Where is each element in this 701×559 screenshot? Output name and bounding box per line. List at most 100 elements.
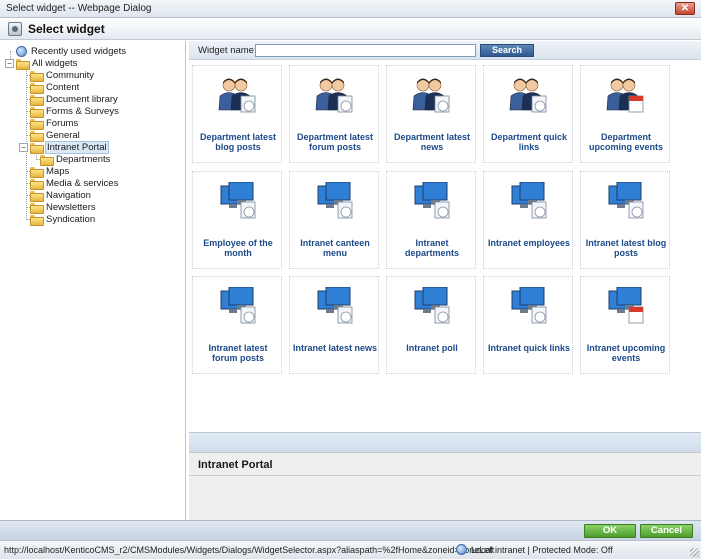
- tree-item-forms-surveys[interactable]: Forms & Surveys: [30, 105, 120, 118]
- widget-tile[interactable]: Intranet upcoming events: [580, 276, 670, 374]
- status-bar: http://localhost/KenticoCMS_r2/CMSModule…: [0, 540, 701, 559]
- intranet-blog-icon: [608, 182, 644, 219]
- search-bar: Widget name: Search: [189, 41, 701, 60]
- widget-tile[interactable]: Intranet latest blog posts: [580, 171, 670, 269]
- widget-panel: Widget name: Search Department latest bl…: [189, 41, 701, 520]
- widget-tile[interactable]: Department latest blog posts: [192, 65, 282, 163]
- widget-tile[interactable]: Intranet quick links: [483, 276, 573, 374]
- widget-name[interactable]: Intranet quick links: [486, 343, 572, 353]
- widget-name[interactable]: Intranet latest blog posts: [583, 238, 669, 258]
- widget-name[interactable]: Department quick links: [486, 132, 572, 152]
- intranet-links-icon: [511, 287, 547, 324]
- folder-icon: [30, 82, 44, 94]
- folder-icon: [30, 214, 44, 226]
- dialog-title: Select widget: [28, 22, 105, 36]
- tree-item-content[interactable]: Content: [30, 81, 80, 94]
- tree-item-label: Navigation: [46, 189, 91, 201]
- widget-tile[interactable]: Department upcoming events: [580, 65, 670, 163]
- dialog-footer: OK Cancel: [0, 520, 701, 540]
- widget-name[interactable]: Department latest blog posts: [195, 132, 281, 152]
- security-zone-label: Local intranet | Protected Mode: Off: [471, 544, 613, 555]
- widget-name-input[interactable]: [255, 44, 476, 57]
- tree-item-maps[interactable]: Maps: [30, 165, 70, 178]
- collapse-icon[interactable]: −: [19, 143, 28, 152]
- widget-name-label: Widget name:: [198, 45, 257, 56]
- folder-icon: [30, 190, 44, 202]
- resize-grip-icon[interactable]: [690, 548, 699, 557]
- widget-tile[interactable]: Intranet departments: [386, 171, 476, 269]
- widget-tile[interactable]: Department latest forum posts: [289, 65, 379, 163]
- widget-tile[interactable]: Intranet poll: [386, 276, 476, 374]
- widget-tile[interactable]: Intranet latest news: [289, 276, 379, 374]
- intranet-employees-icon: [511, 182, 547, 219]
- widget-name[interactable]: Intranet poll: [389, 343, 475, 353]
- tree-item-syndication[interactable]: Syndication: [30, 213, 96, 226]
- widget-name[interactable]: Employee of the month: [195, 238, 281, 258]
- department-forum-icon: [315, 78, 353, 113]
- folder-icon: [40, 154, 54, 166]
- status-url: http://localhost/KenticoCMS_r2/CMSModule…: [4, 545, 495, 555]
- widget-name[interactable]: Intranet latest forum posts: [195, 343, 281, 363]
- category-title: Intranet Portal: [198, 459, 273, 471]
- tree-item-community[interactable]: Community: [30, 69, 95, 82]
- grid-bottom-bar: [189, 432, 701, 452]
- tree-item-navigation[interactable]: Navigation: [30, 189, 92, 202]
- window-titlebar: Select widget -- Webpage Dialog ✕: [0, 0, 701, 18]
- tree-item-intranet-portal[interactable]: Intranet Portal: [30, 140, 109, 154]
- widget-tile[interactable]: Employee of the month: [192, 171, 282, 269]
- close-icon[interactable]: ✕: [675, 2, 695, 15]
- ok-button[interactable]: OK: [584, 524, 636, 538]
- folder-icon: [30, 178, 44, 190]
- tree-item-general[interactable]: General: [30, 129, 81, 142]
- tree-item-all-widgets[interactable]: All widgets: [16, 57, 78, 70]
- tree-item-label: All widgets: [32, 57, 78, 69]
- widget-tile[interactable]: Intranet latest forum posts: [192, 276, 282, 374]
- tree-item-label: Content: [46, 81, 80, 93]
- widget-name[interactable]: Intranet employees: [486, 238, 572, 248]
- intranet-forum-icon: [220, 287, 256, 324]
- tree-item-departments[interactable]: Departments: [40, 153, 111, 166]
- tree-item-media-services[interactable]: Media & services: [30, 177, 119, 190]
- widget-name[interactable]: Department latest forum posts: [292, 132, 378, 152]
- folder-icon: [30, 70, 44, 82]
- tree-item-label: Community: [46, 69, 95, 81]
- widget-name[interactable]: Intranet upcoming events: [583, 343, 669, 363]
- department-blog-icon: [218, 78, 256, 113]
- tree-item-recent[interactable]: Recently used widgets: [16, 45, 127, 57]
- tree-item-label: Document library: [46, 93, 118, 105]
- folder-icon: [30, 94, 44, 106]
- tree-item-label: Newsletters: [46, 201, 96, 213]
- intranet-departments-icon: [414, 182, 450, 219]
- tree-item-newsletters[interactable]: Newsletters: [30, 201, 97, 214]
- widget-name[interactable]: Intranet canteen menu: [292, 238, 378, 258]
- tree-item-document-library[interactable]: Document library: [30, 93, 119, 106]
- cancel-button[interactable]: Cancel: [640, 524, 693, 538]
- widget-tile[interactable]: Department quick links: [483, 65, 573, 163]
- tree-item-label: Departments: [56, 153, 111, 165]
- security-zone: Local intranet | Protected Mode: Off: [456, 544, 613, 555]
- globe-icon: [16, 45, 27, 57]
- widget-tile[interactable]: Intranet employees: [483, 171, 573, 269]
- widget-name[interactable]: Department upcoming events: [583, 132, 669, 152]
- window-title: Select widget -- Webpage Dialog: [6, 3, 152, 14]
- tree-item-label: Forums: [46, 117, 79, 129]
- widget-name[interactable]: Intranet latest news: [292, 343, 378, 353]
- widget-name[interactable]: Department latest news: [389, 132, 475, 152]
- widget-grid: Department latest blog posts Department l…: [189, 61, 701, 431]
- folder-icon: [16, 58, 30, 70]
- widget-tile[interactable]: Department latest news: [386, 65, 476, 163]
- tree-item-label: Media & services: [46, 177, 119, 189]
- department-events-icon: [606, 78, 644, 113]
- search-button[interactable]: Search: [480, 44, 534, 57]
- tree-item-forums[interactable]: Forums: [30, 117, 79, 130]
- folder-icon: [30, 106, 44, 118]
- widget-icon: [8, 22, 22, 36]
- widget-name[interactable]: Intranet departments: [389, 238, 475, 258]
- widget-tile[interactable]: Intranet canteen menu: [289, 171, 379, 269]
- globe-icon: [456, 544, 467, 555]
- dialog-header: Select widget: [0, 18, 701, 40]
- tree-item-label: Forms & Surveys: [46, 105, 119, 117]
- collapse-icon[interactable]: −: [5, 59, 14, 68]
- intranet-poll-icon: [414, 287, 450, 324]
- folder-icon: [30, 130, 44, 142]
